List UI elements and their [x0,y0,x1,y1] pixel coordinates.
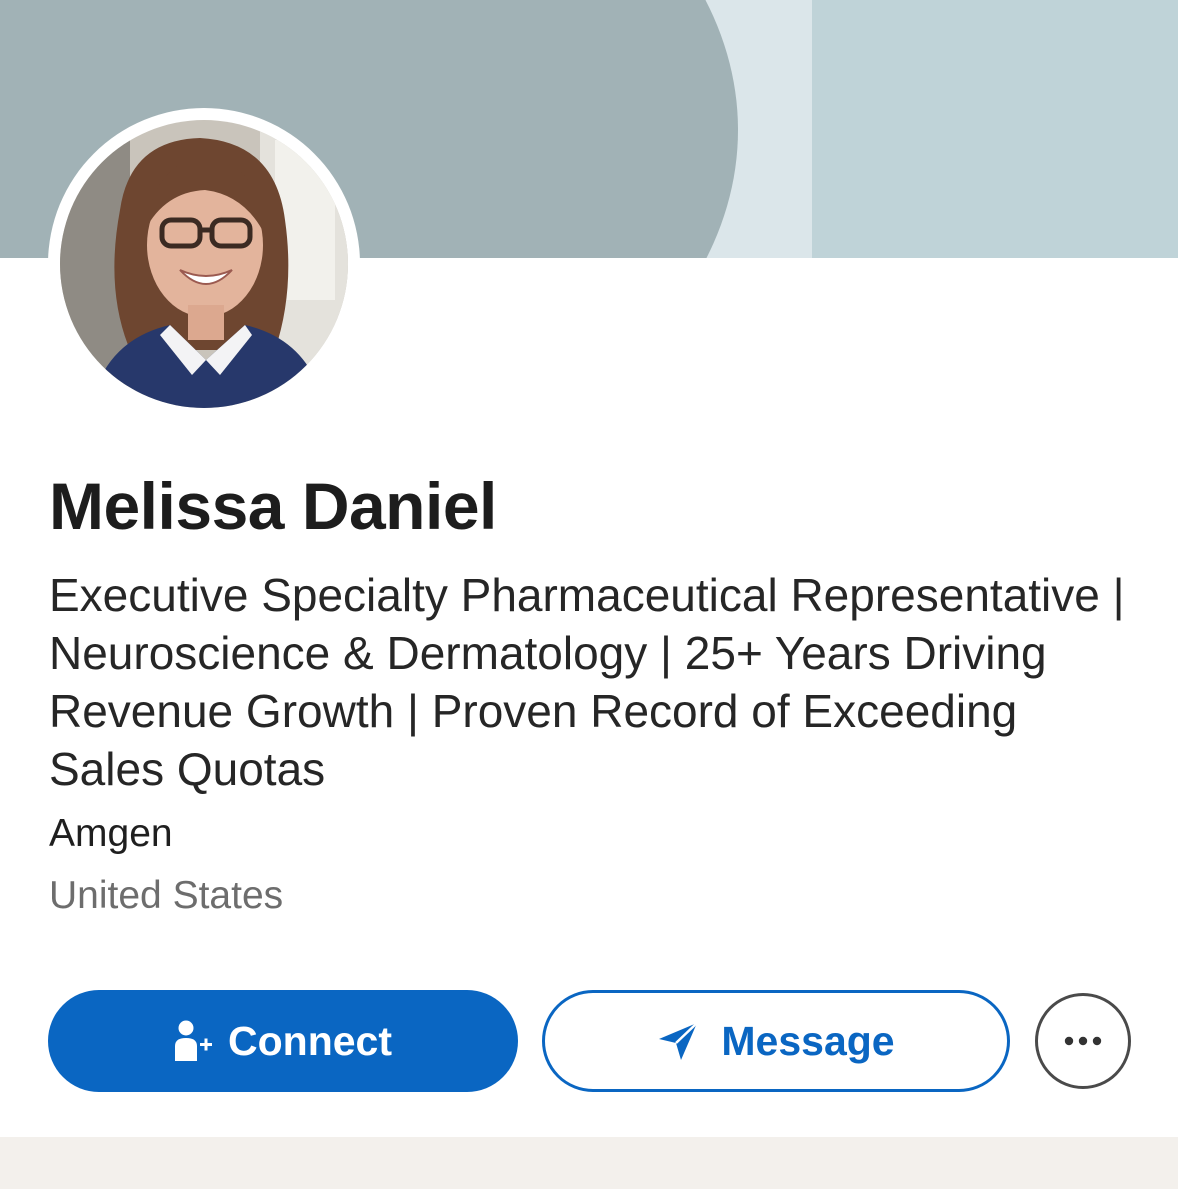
add-person-icon [174,1019,214,1063]
profile-name: Melissa Daniel [49,469,497,543]
profile-location: United States [49,874,284,917]
send-icon [657,1020,699,1062]
profile-avatar[interactable] [60,120,348,408]
connect-label: Connect [228,1017,392,1064]
avatar-photo [60,120,348,408]
more-options-button[interactable] [1035,993,1131,1089]
message-label: Message [721,1017,895,1064]
message-button[interactable]: Message [542,990,1010,1092]
section-divider [0,1137,1178,1189]
more-dots-icon [1063,1036,1103,1046]
profile-headline: Executive Specialty Pharmaceutical Repre… [49,569,1125,795]
profile-company[interactable]: Amgen [49,812,173,856]
connect-button[interactable]: Connect [48,990,518,1092]
